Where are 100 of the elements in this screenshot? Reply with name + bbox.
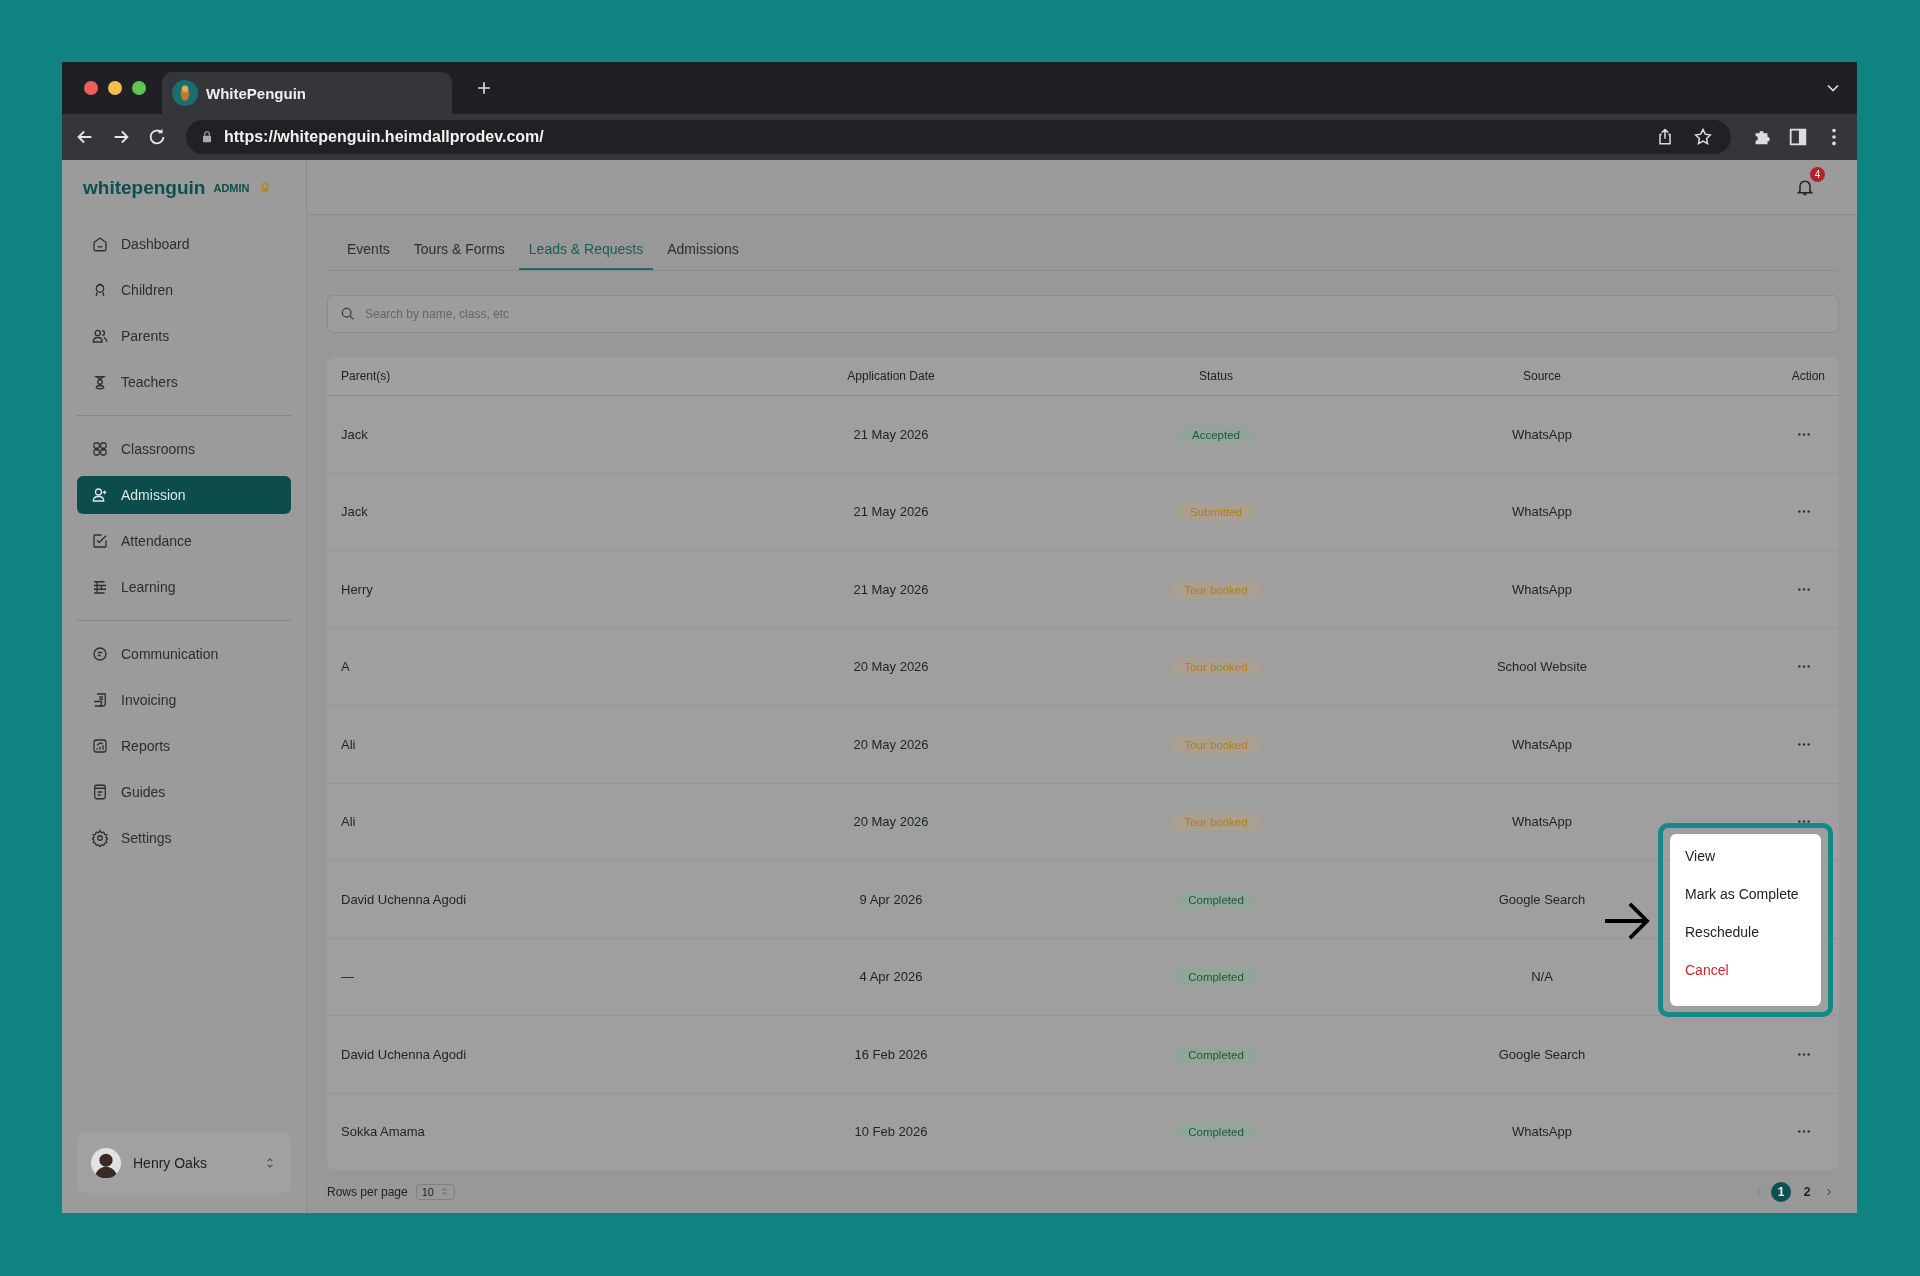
table-cell: WhatsApp [1512,1124,1572,1140]
column-header: Status [1199,369,1233,383]
table-cell: 21 May 2026 [853,581,929,597]
status-badge: Tour booked [1170,813,1262,832]
avatar-icon [91,1148,121,1178]
more-actions-icon[interactable] [1797,1129,1811,1135]
sidebar-item[interactable]: Admission [77,476,291,514]
page-button[interactable]: 1 [1771,1181,1791,1202]
sidebar-item[interactable]: Classrooms [77,430,291,468]
table-cell: A [341,659,350,675]
column-header: Source [1523,369,1561,383]
sidebar-item[interactable]: Communication [77,635,291,673]
penguin-favicon-icon [172,80,198,106]
table-cell: WhatsApp [1512,504,1572,520]
table-cell: David Uchenna Agodi [341,1046,467,1062]
table-cell: 20 May 2026 [853,736,929,752]
arrow-icon [1603,900,1651,942]
tab[interactable]: Leads & Requests [518,230,654,270]
chart-icon [91,737,109,755]
browser-tab[interactable]: WhitePenguin [162,72,452,114]
page-button[interactable]: 2 [1797,1181,1817,1202]
book-icon [91,783,109,801]
star-icon[interactable] [1693,127,1713,147]
minimize-window-button[interactable] [108,81,122,95]
more-actions-icon[interactable] [1797,741,1811,747]
table-cell: N/A [1531,969,1553,985]
table-cell: WhatsApp [1512,814,1572,830]
more-actions-icon[interactable] [1797,1051,1811,1057]
notification-badge: 4 [1810,167,1825,182]
table-cell: Herry [341,581,373,597]
maximize-window-button[interactable] [132,81,146,95]
table-cell: David Uchenna Agodi [341,891,467,907]
table-cell: 20 May 2026 [853,659,929,675]
table-cell: 21 May 2026 [853,504,929,520]
column-header: Action [1791,369,1825,383]
menu-item[interactable]: Reschedule [1685,923,1806,942]
sidebar-item[interactable]: Teachers [77,363,291,401]
table-cell: School Website [1496,659,1588,675]
menu-item[interactable]: Cancel [1685,961,1806,980]
people-icon [91,327,109,345]
more-actions-icon[interactable] [1797,586,1811,592]
status-badge: Submitted [1176,503,1256,522]
more-actions-icon[interactable] [1797,431,1811,437]
status-badge: Completed [1174,1045,1258,1064]
table-cell: WhatsApp [1512,581,1572,597]
settings-icon [91,829,109,847]
more-actions-icon[interactable] [1797,819,1811,825]
sidebar-item[interactable]: Children [77,271,291,309]
sidebar-item[interactable]: Guides [77,773,291,811]
table-cell: Jack [341,504,368,520]
table-cell: Ali [341,814,356,830]
status-badge: Accepted [1178,425,1254,444]
more-actions-icon[interactable] [1797,664,1811,670]
close-window-button[interactable] [84,81,98,95]
sidebar-item[interactable]: Parents [77,317,291,355]
chat-icon [91,645,109,663]
table-cell: — [341,969,354,985]
tab[interactable]: Tours & Forms [403,230,515,270]
address-bar[interactable]: https://whitepenguin.heimdallprodev.com/ [186,120,1731,154]
side-panel-icon[interactable] [1787,126,1809,148]
tab[interactable]: Admissions [657,230,749,270]
checkbox-icon [91,532,109,550]
rows-per-page-select[interactable]: 10 [415,1183,455,1200]
sidebar-item[interactable]: Learning [77,568,291,606]
table-cell: 20 May 2026 [853,814,929,830]
status-badge: Tour booked [1170,735,1262,754]
role-label: ADMIN [213,181,250,194]
sidebar-item[interactable]: Invoicing [77,681,291,719]
column-header: Parent(s) [341,369,391,383]
grid-icon [91,440,109,458]
tab[interactable]: Events [337,230,400,270]
rows-per-page-label: Rows per page [327,1184,408,1199]
person-add-icon [91,486,109,504]
table-cell: 10 Feb 2026 [854,1124,928,1140]
table-cell: 16 Feb 2026 [854,1046,928,1062]
table-cell: Sokka Amama [341,1124,425,1140]
more-actions-icon[interactable] [1797,509,1811,515]
table-cell: 9 Apr 2026 [859,891,923,907]
table-cell: WhatsApp [1512,736,1572,752]
sidebar-item[interactable]: Dashboard [77,225,291,263]
status-badge: Completed [1174,1123,1258,1142]
table-cell: 21 May 2026 [853,426,929,442]
table-cell: Jack [341,426,368,442]
menu-item[interactable]: Mark as Complete [1685,885,1806,904]
table-cell: Google Search [1498,891,1586,907]
sidebar-item[interactable]: Settings [77,819,291,857]
status-badge: Tour booked [1170,658,1262,677]
status-badge: Tour booked [1170,580,1262,599]
sidebar-item[interactable]: Reports [77,727,291,765]
table-cell: Google Search [1498,1046,1586,1062]
menu-item[interactable]: View [1685,847,1806,866]
status-badge: Completed [1174,890,1258,909]
lock-icon [200,130,214,144]
sidebar-item[interactable]: Attendance [77,522,291,560]
table-cell: 4 Apr 2026 [859,969,923,985]
house-icon [91,235,109,253]
user-menu[interactable]: Henry Oaks [77,1133,291,1193]
status-badge: Completed [1174,968,1258,987]
table-cell: Ali [341,736,356,752]
table-cell: WhatsApp [1512,426,1572,442]
